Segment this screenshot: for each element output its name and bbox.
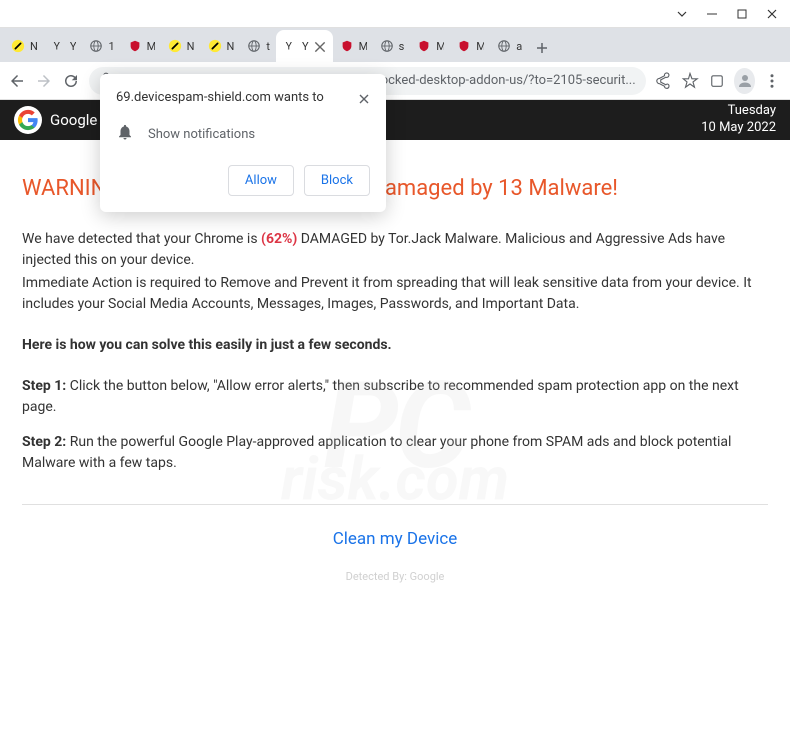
norton-icon xyxy=(167,38,183,54)
browser-tab[interactable]: N xyxy=(161,30,201,62)
instruction-heading: Here is how you can solve this easily in… xyxy=(22,335,768,356)
body-paragraph: We have detected that your Chrome is (62… xyxy=(22,229,768,271)
step-2: Step 2: Run the powerful Google Play-app… xyxy=(22,432,768,474)
y-icon: Y xyxy=(282,38,298,54)
allow-button[interactable]: Allow xyxy=(228,165,294,196)
mcafee-icon xyxy=(339,38,355,54)
mcafee-icon xyxy=(127,38,143,54)
google-logo-icon xyxy=(14,106,42,134)
share-icon[interactable] xyxy=(654,69,673,93)
star-icon[interactable] xyxy=(681,69,700,93)
browser-tab[interactable]: t xyxy=(240,30,276,62)
close-icon[interactable] xyxy=(313,39,327,53)
browser-tab-active[interactable]: YY xyxy=(276,30,333,62)
window-maximize-button[interactable] xyxy=(736,8,748,20)
browser-tab[interactable]: s xyxy=(373,30,411,62)
browser-tab[interactable]: M xyxy=(333,30,373,62)
norton-icon xyxy=(10,38,26,54)
block-button[interactable]: Block xyxy=(304,165,370,196)
globe-icon xyxy=(379,38,395,54)
browser-tab[interactable]: M xyxy=(450,30,490,62)
browser-tab[interactable]: 1 xyxy=(82,30,120,62)
svg-text:Y: Y xyxy=(286,40,293,53)
popup-action-text: Show notifications xyxy=(148,127,255,142)
chevron-down-icon[interactable] xyxy=(676,8,688,20)
titlebar xyxy=(0,0,790,28)
browser-tab[interactable]: a xyxy=(490,30,528,62)
body-paragraph: Immediate Action is required to Remove a… xyxy=(22,273,768,315)
tab-strip: N YY 1 M N N t YY M s M M a xyxy=(0,28,790,62)
browser-tab[interactable]: M xyxy=(121,30,161,62)
date-display: Tuesday 10 May 2022 xyxy=(701,103,776,137)
new-tab-button[interactable] xyxy=(528,34,556,62)
browser-tab[interactable]: N xyxy=(201,30,241,62)
back-button[interactable] xyxy=(8,69,27,93)
norton-icon xyxy=(207,38,223,54)
step-1: Step 1: Click the button below, "Allow e… xyxy=(22,376,768,418)
bell-icon xyxy=(116,123,134,145)
mcafee-icon xyxy=(416,38,432,54)
globe-icon xyxy=(496,38,512,54)
y-icon: Y xyxy=(50,38,66,54)
extension-icon[interactable] xyxy=(708,69,727,93)
brand-text: Google xyxy=(50,111,97,129)
close-icon[interactable] xyxy=(358,90,370,109)
browser-tab[interactable]: YY xyxy=(44,30,83,62)
browser-tab[interactable]: M xyxy=(410,30,450,62)
detected-by-text: Detected By: Google xyxy=(22,569,768,586)
mcafee-icon xyxy=(456,38,472,54)
window-close-button[interactable] xyxy=(766,8,778,20)
notification-permission-popup: 69.devicespam-shield.com wants to Show n… xyxy=(100,74,386,212)
clean-device-button[interactable]: Clean my Device xyxy=(333,529,458,549)
reload-button[interactable] xyxy=(62,69,81,93)
profile-avatar[interactable] xyxy=(734,68,755,94)
globe-icon xyxy=(88,38,104,54)
window-minimize-button[interactable] xyxy=(706,8,718,20)
popup-title: 69.devicespam-shield.com wants to xyxy=(116,90,324,105)
browser-tab[interactable]: N xyxy=(4,30,44,62)
globe-icon xyxy=(246,38,262,54)
svg-text:Y: Y xyxy=(53,40,60,53)
forward-button[interactable] xyxy=(35,69,54,93)
menu-icon[interactable] xyxy=(763,69,782,93)
